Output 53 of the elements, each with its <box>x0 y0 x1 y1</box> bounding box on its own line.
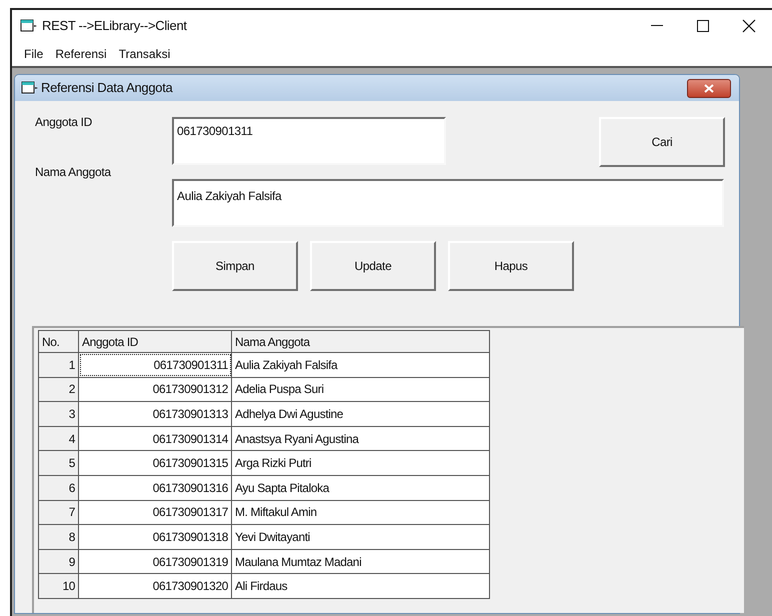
table-cell[interactable]: Anastsya Ryani Agustina <box>232 426 490 451</box>
row-number-cell: 1 <box>38 352 78 378</box>
table-cell[interactable]: Ali Firdaus <box>232 574 490 598</box>
input-field[interactable]: 061730901311 <box>172 117 446 165</box>
input-field[interactable]: Aulia Zakiyah Falsifa <box>172 179 724 227</box>
row-number-cell: 5 <box>38 450 78 476</box>
app-icon <box>20 19 38 33</box>
minimize-icon <box>651 25 663 27</box>
table-cell[interactable]: 061730901311 <box>78 352 232 378</box>
column-header[interactable]: No. <box>38 330 78 352</box>
row-number-cell: 8 <box>38 524 78 550</box>
action-button[interactable]: Update <box>310 241 436 291</box>
table-cell[interactable]: Maulana Mumtaz Madani <box>232 549 490 574</box>
maximize-icon <box>697 20 709 32</box>
table-cell[interactable]: 061730901317 <box>78 500 232 525</box>
action-button[interactable]: Hapus <box>448 241 574 291</box>
close-icon <box>742 19 756 33</box>
table-cell[interactable]: Adelia Puspa Suri <box>232 377 490 402</box>
table-cell[interactable]: Yevi Dwitayanti <box>232 524 490 550</box>
field-label: Nama Anggota <box>35 164 111 181</box>
menu-item[interactable]: Transaksi <box>118 45 170 63</box>
row-number-cell: 4 <box>38 426 78 451</box>
action-button[interactable]: Simpan <box>172 241 298 291</box>
column-header[interactable]: Nama Anggota <box>232 330 490 352</box>
table-cell[interactable]: Aulia Zakiyah Falsifa <box>232 352 490 378</box>
window-title: REST -->ELibrary-->Client <box>42 17 187 36</box>
table-cell[interactable]: 061730901315 <box>78 450 232 476</box>
menu-item[interactable]: Referensi <box>55 45 107 63</box>
row-number-cell: 6 <box>38 475 78 500</box>
form-icon <box>21 81 39 95</box>
row-number-cell: 10 <box>38 574 78 598</box>
table-cell[interactable]: 061730901319 <box>78 549 232 574</box>
table-cell[interactable]: Adhelya Dwi Agustine <box>232 402 490 426</box>
table-cell[interactable]: 061730901314 <box>78 426 232 451</box>
table-cell[interactable]: 061730901312 <box>78 377 232 402</box>
column-header[interactable]: Anggota ID <box>78 330 232 352</box>
close-icon <box>704 84 714 92</box>
field-label: Anggota ID <box>35 114 92 131</box>
child-window-title: Referensi Data Anggota <box>41 79 172 98</box>
row-number-cell: 7 <box>38 500 78 525</box>
row-number-cell: 9 <box>38 549 78 574</box>
table-cell[interactable]: 061730901313 <box>78 402 232 426</box>
close-button[interactable] <box>687 78 731 98</box>
table-cell[interactable]: 061730901318 <box>78 524 232 550</box>
table-cell[interactable]: 061730901320 <box>78 574 232 598</box>
table-cell[interactable]: Ayu Sapta Pitaloka <box>232 475 490 500</box>
row-number-cell: 3 <box>38 402 78 426</box>
table-cell[interactable]: Arga Rizki Putri <box>232 450 490 476</box>
row-number-cell: 2 <box>38 377 78 402</box>
table-cell[interactable]: 061730901316 <box>78 475 232 500</box>
table-cell[interactable]: M. Miftakul Amin <box>232 500 490 525</box>
menu-item[interactable]: File <box>24 45 44 63</box>
search-button[interactable]: Cari <box>599 117 725 167</box>
